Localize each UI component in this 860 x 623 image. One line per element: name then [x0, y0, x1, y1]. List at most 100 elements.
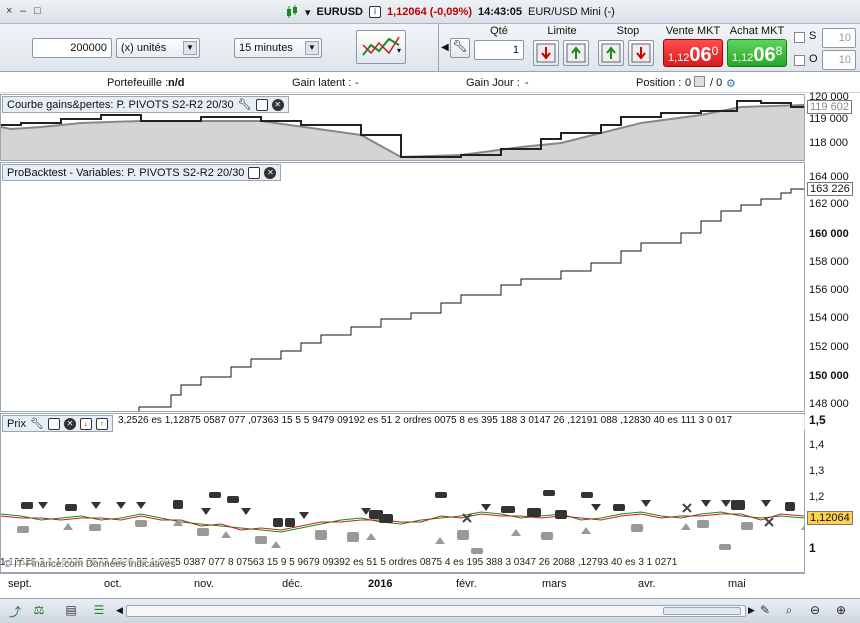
scrollbar-thumb[interactable] [663, 607, 741, 615]
symbol-label[interactable]: EURUSD [317, 6, 363, 18]
portfolio-value: n/d [168, 77, 185, 89]
window-icon[interactable] [248, 166, 261, 179]
instrument-name: EUR/USD Mini (-) [528, 6, 615, 18]
toolbar-divider [438, 24, 440, 72]
x-tick: 2016 [368, 578, 393, 590]
collapse-icon[interactable]: ◀ [441, 42, 449, 53]
latent-value: - [355, 77, 359, 89]
watermark: © IT-Finance.com Données indicatives [4, 559, 176, 570]
zoom-fit-icon[interactable]: ⌕ [780, 603, 798, 619]
close-positions-icon[interactable] [694, 76, 705, 87]
wrench-icon[interactable]: 🔧︎ [238, 98, 252, 111]
sell-label: Vente MKT [665, 25, 721, 37]
s-value-input[interactable]: 10 [822, 28, 856, 48]
y-tick: 154 000 [809, 312, 849, 324]
close-icon[interactable]: ✕ [63, 417, 76, 430]
drawing-tool-icon[interactable]: ✎ [756, 603, 774, 619]
x-tick: avr. [638, 578, 656, 590]
window-icon[interactable] [255, 98, 268, 111]
qty-label: Qté [490, 25, 508, 37]
y-tick: 152 000 [809, 341, 849, 353]
price-y-axis: 1,5 1,4 1,3 1,2 1,12064 1 [805, 413, 860, 573]
y-tick: 1,5 [809, 413, 826, 427]
wrench-icon[interactable]: 🔧︎ [30, 417, 44, 430]
x-tick: déc. [282, 578, 303, 590]
s-checkbox[interactable] [794, 32, 805, 43]
day-gain-label: Gain Jour : [466, 77, 520, 89]
backtest-panel-header[interactable]: ProBacktest - Variables: P. PIVOTS S2-R2… [2, 164, 282, 181]
backtest-y-axis: 164 000 163 226 162 000 160 000 158 000 … [805, 162, 860, 412]
limit-sell-button[interactable] [533, 40, 559, 66]
indicators-button[interactable]: ▾ [356, 30, 406, 64]
horizontal-scrollbar[interactable] [126, 605, 746, 617]
backtest-last-value: 163 226 [807, 182, 853, 196]
clock: 14:43:05 [477, 6, 523, 18]
zoom-out-icon[interactable]: ⊖ [806, 603, 824, 619]
trading-toolbar: 200000 (x) unités ▼ 15 minutes ▼ ▾ ◀ 🔧︎ Qt… [0, 24, 860, 72]
backtest-panel-title: ProBacktest - Variables: P. PIVOTS S2-R2… [7, 166, 245, 179]
limit-label: Limite [547, 25, 577, 37]
window-icon[interactable] [47, 417, 60, 430]
wrench-icon[interactable]: 🔧︎ [450, 38, 470, 58]
x-tick: nov. [194, 578, 214, 590]
sell-price-big: 06 [689, 44, 712, 66]
sell-price-prefix: 1,12 [668, 52, 690, 64]
stop-buy-button[interactable] [598, 40, 624, 66]
unit-select-value: (x) unités [121, 42, 167, 54]
y-tick: 1 [809, 541, 816, 555]
x-tick: mai [728, 578, 746, 590]
limit-buy-button[interactable] [563, 40, 589, 66]
title-info: ▾ EURUSD i 1,12064 (-0,09%) 14:43:05 EUR… [285, 5, 615, 19]
y-tick: 158 000 [809, 256, 849, 268]
timeframe-select-value: 15 minutes [239, 42, 293, 54]
chart-indicator-icon: ▾ [362, 36, 401, 56]
o-label: O [809, 53, 818, 65]
price-panel-header[interactable]: Prix 🔧︎ ✕ ↓ ↑ [2, 415, 113, 432]
gear-icon[interactable]: ⚙ [726, 77, 736, 90]
price-chart [1, 490, 804, 554]
x-tick: févr. [456, 578, 477, 590]
price-panel: Prix 🔧︎ ✕ ↓ ↑ [0, 413, 805, 573]
maximize-window-icon[interactable]: □ [34, 5, 41, 17]
sell-arrow-icon[interactable]: ↓ [79, 417, 92, 430]
scroll-right-icon[interactable]: ▶ [748, 605, 755, 616]
stop-sell-button[interactable] [628, 40, 654, 66]
sell-market-button[interactable]: 1,12060 [663, 39, 723, 67]
add-chart-icon[interactable]: ⤴ [6, 603, 24, 619]
symbol-dropdown-icon[interactable]: ▾ [305, 6, 311, 19]
zoom-in-icon[interactable]: ⊕ [832, 603, 850, 619]
list-icon[interactable]: ▤ [62, 603, 80, 619]
y-tick: 1,4 [809, 439, 825, 451]
sell-price-sup: 0 [711, 44, 719, 58]
o-checkbox[interactable] [794, 55, 805, 66]
timeframe-select[interactable]: 15 minutes ▼ [234, 38, 322, 58]
portfolio-label: Portefeuille : [107, 77, 169, 89]
info-icon[interactable]: i [368, 6, 381, 18]
gains-y-axis: 119 602 119 000 118 000 120 000 [805, 91, 860, 161]
close-icon[interactable]: ✕ [264, 166, 277, 179]
buy-arrow-icon[interactable]: ↑ [95, 417, 108, 430]
buy-price-prefix: 1,12 [732, 52, 754, 64]
backtest-panel: ProBacktest - Variables: P. PIVOTS S2-R2… [0, 162, 805, 412]
x-tick: mars [542, 578, 567, 590]
indicator-icon[interactable]: ⚖ [30, 603, 48, 619]
y-tick: 1,2 [809, 491, 825, 503]
y-tick: 150 000 [809, 370, 849, 382]
gains-panel-header[interactable]: Courbe gains&pertes: P. PIVOTS S2-R2 20/… [2, 96, 289, 113]
buy-price-big: 06 [753, 44, 776, 66]
close-icon[interactable]: ✕ [271, 98, 284, 111]
qty-input[interactable]: 1 [474, 40, 524, 60]
buy-price-sup: 8 [775, 44, 783, 58]
unit-select[interactable]: (x) unités ▼ [116, 38, 200, 58]
quantity-input[interactable]: 200000 [32, 38, 112, 58]
orderbook-icon[interactable]: ☰ [90, 603, 108, 619]
y-tick: 156 000 [809, 284, 849, 296]
stop-label: Stop [616, 25, 640, 37]
minimize-window-icon[interactable]: – [20, 5, 26, 17]
scroll-left-icon[interactable]: ◀ [116, 605, 123, 616]
buy-market-button[interactable]: 1,12068 [727, 39, 787, 67]
close-window-icon[interactable]: × [6, 5, 12, 17]
o-value-input[interactable]: 10 [822, 50, 856, 70]
y-tick: 119 000 [809, 113, 848, 125]
y-tick: 120 000 [809, 91, 849, 103]
